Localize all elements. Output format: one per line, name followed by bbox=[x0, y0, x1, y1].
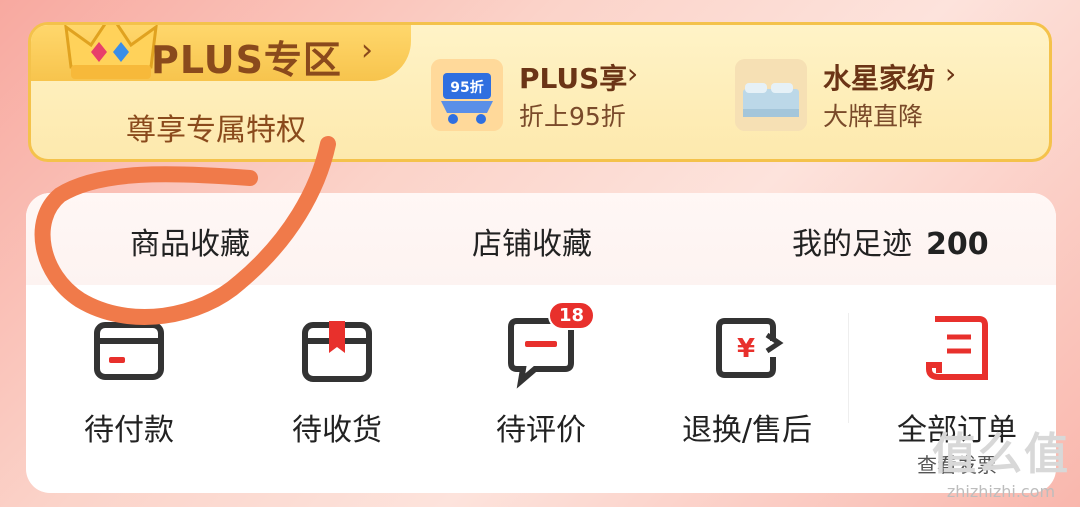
order-label: 退换/售后 bbox=[681, 413, 813, 448]
watermark: 值么值 zhizhizhi.com bbox=[932, 418, 1070, 501]
order-label: 待付款 bbox=[84, 413, 174, 448]
order-label: 待评价 bbox=[496, 413, 586, 448]
watermark-logo: 值么值 bbox=[932, 429, 1070, 480]
product-favorites-link[interactable]: 商品收藏 bbox=[130, 219, 250, 263]
review-count-badge: 18 bbox=[547, 301, 595, 330]
plus-title[interactable]: PLUS专区 bbox=[151, 29, 342, 84]
store-favorites-link[interactable]: 店铺收藏 bbox=[472, 219, 592, 263]
footprint-count: 200 bbox=[926, 227, 989, 262]
footprint-link[interactable]: 我的足迹 200 bbox=[792, 219, 989, 263]
pending-payment-button[interactable]: 待付款 bbox=[34, 311, 224, 449]
footprint-label: 我的足迹 bbox=[792, 227, 912, 262]
crown-icon bbox=[64, 25, 158, 79]
package-icon bbox=[297, 311, 377, 391]
plus-banner[interactable]: PLUS专区 › 尊享专属特权 95折 PLUS享 › 折上95折 水星家纺 ›… bbox=[28, 22, 1052, 162]
plus-item-name: 水星家纺 bbox=[823, 62, 936, 95]
plus-subtitle: 尊享专属特权 bbox=[126, 113, 306, 148]
bedding-icon bbox=[735, 59, 807, 131]
refund-icon: ¥ bbox=[707, 311, 787, 391]
refund-aftersales-button[interactable]: ¥ 退换/售后 bbox=[652, 311, 842, 449]
plus-item-desc: 折上95折 bbox=[519, 102, 626, 131]
pending-receipt-button[interactable]: 待收货 bbox=[242, 311, 432, 449]
pending-review-button[interactable]: 18 待评价 bbox=[446, 301, 636, 449]
order-list-icon bbox=[917, 311, 997, 391]
divider bbox=[848, 313, 849, 423]
chevron-right-icon: › bbox=[945, 57, 957, 90]
chevron-right-icon: › bbox=[627, 57, 639, 90]
svg-text:¥: ¥ bbox=[737, 334, 755, 364]
plus-item-name: PLUS享 bbox=[519, 62, 628, 95]
favorites-row: 商品收藏 店铺收藏 我的足迹 200 bbox=[26, 193, 1056, 285]
order-label: 待收货 bbox=[292, 413, 382, 448]
wallet-icon bbox=[89, 311, 169, 391]
chevron-right-icon: › bbox=[361, 33, 373, 68]
comment-icon: 18 bbox=[501, 301, 595, 391]
discount-tag: 95折 bbox=[450, 79, 483, 96]
watermark-url: zhizhizhi.com bbox=[946, 482, 1056, 501]
my-orders-card: 商品收藏 店铺收藏 我的足迹 200 待付款 待收货 18 待评价 ¥ 退换/售… bbox=[26, 193, 1056, 493]
shopping-cart-icon: 95折 bbox=[431, 59, 503, 131]
plus-item-desc: 大牌直降 bbox=[823, 102, 924, 131]
